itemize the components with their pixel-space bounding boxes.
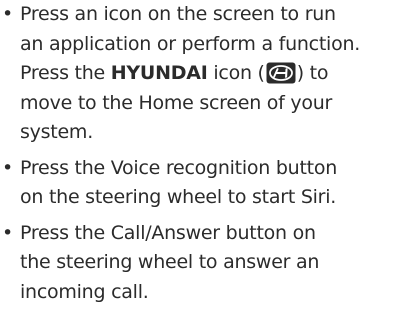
text-line: on the steering wheel to start Siri.: [20, 186, 337, 208]
bullet-mark: •: [2, 156, 14, 179]
text-line: system.: [20, 121, 93, 143]
bullet-mark: •: [2, 221, 14, 244]
text-line: Press the Call/Answer button on: [20, 221, 316, 244]
bullet-mark: •: [2, 3, 14, 25]
text-line: an application or perform a function.: [20, 32, 361, 55]
instruction-list: • Press an icon on the screen to run an …: [0, 0, 399, 313]
hyundai-logo-icon: [266, 62, 296, 84]
text-line: the steering wheel to answer an: [20, 251, 320, 273]
list-item-voice-recognition: • Press the Voice recognition button on …: [0, 154, 399, 213]
text-line: Press an icon on the screen to run: [20, 3, 336, 25]
text-line: move to the Home screen of your: [20, 91, 333, 114]
text-line: incoming call.: [20, 280, 149, 303]
list-item-run-application: • Press an icon on the screen to run an …: [0, 0, 399, 148]
text-segment: Press the: [20, 62, 111, 84]
list-item-text: Press the Voice recognition button on th…: [20, 154, 399, 213]
text-segment: ) to: [296, 62, 329, 84]
text-segment: icon (: [207, 62, 265, 84]
list-item-text: Press an icon on the screen to run an ap…: [20, 0, 399, 148]
hyundai-bold-label: HYUNDAI: [110, 62, 208, 84]
list-item-text: Press the Call/Answer button on the stee…: [20, 219, 399, 308]
text-line-with-icon: Press the HYUNDAI icon ( ) to: [20, 59, 399, 89]
text-line: Press the Voice recognition button: [20, 156, 338, 179]
list-item-call-answer: • Press the Call/Answer button on the st…: [0, 219, 399, 308]
